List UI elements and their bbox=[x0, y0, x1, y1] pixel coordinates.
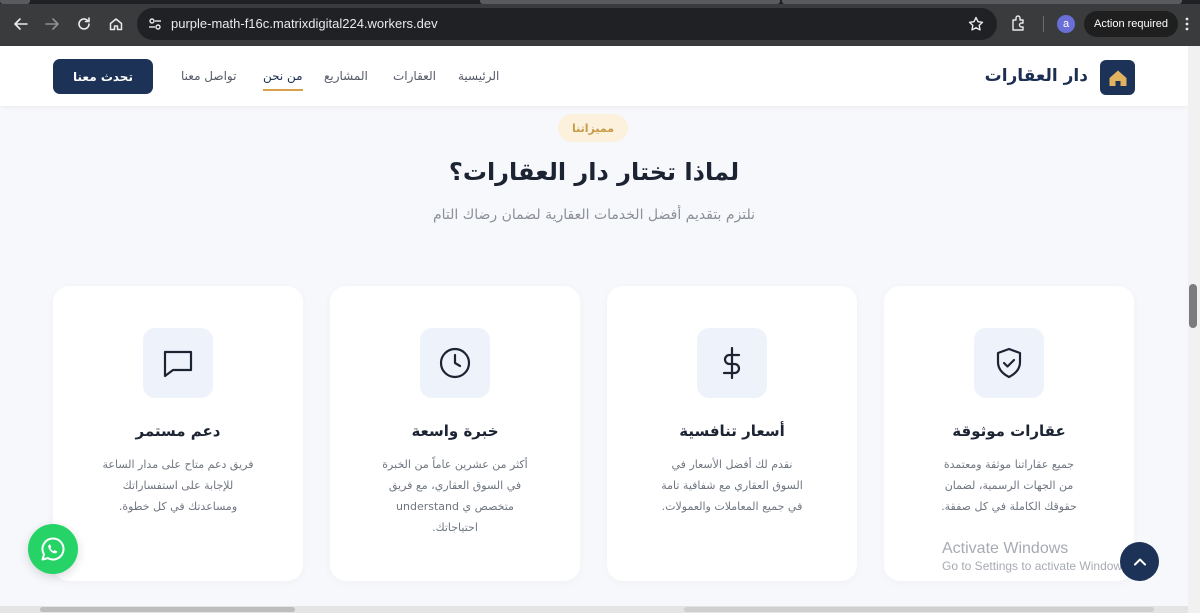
talk-to-us-button[interactable]: تحدث معنا bbox=[53, 59, 153, 94]
tab[interactable] bbox=[782, 0, 1182, 4]
arrow-right-icon bbox=[45, 18, 59, 30]
feature-title: خبرة واسعة bbox=[411, 422, 499, 440]
feature-icon-box bbox=[697, 328, 767, 398]
feature-description: أكثر من عشرين عاماً من الخبرة في السوق ا… bbox=[366, 454, 544, 538]
feature-title: دعم مستمر bbox=[135, 422, 221, 440]
logo-badge[interactable] bbox=[1100, 60, 1135, 95]
address-bar[interactable]: purple-math-f16c.matrixdigital224.worker… bbox=[137, 8, 997, 40]
nav-about[interactable]: من نحن bbox=[263, 69, 303, 83]
description-line: حقوقك الكاملة في كل صفقة. bbox=[941, 500, 1077, 513]
bookmark-star-icon[interactable] bbox=[967, 15, 985, 33]
horizontal-scrollbar-thumb[interactable] bbox=[40, 607, 295, 612]
menu-kebab-icon[interactable] bbox=[1184, 16, 1190, 32]
nav-projects[interactable]: المشاريع bbox=[324, 69, 368, 83]
description-line: في جميع المعاملات والعمولات. bbox=[661, 500, 803, 513]
home-icon bbox=[109, 18, 123, 31]
feature-card-experience: خبرة واسعة أكثر من عشرين عاماً من الخبرة… bbox=[330, 286, 580, 581]
feature-card-trusted: عقارات موثوقة جميع عقاراتنا موثقة ومعتمد… bbox=[884, 286, 1134, 581]
section-badge: مميزاتنا bbox=[558, 114, 628, 142]
watermark-title: Activate Windows bbox=[942, 540, 1069, 557]
toolbar-divider bbox=[1043, 16, 1044, 32]
home-button[interactable] bbox=[104, 12, 128, 36]
tab[interactable] bbox=[480, 0, 780, 4]
logo-text[interactable]: دار العقارات bbox=[985, 66, 1088, 86]
tab-strip bbox=[0, 0, 1200, 4]
url-text[interactable]: purple-math-f16c.matrixdigital224.worker… bbox=[171, 16, 438, 31]
vertical-scrollbar-thumb[interactable] bbox=[1189, 284, 1197, 328]
description-line: احتياجاتك. bbox=[432, 521, 478, 534]
clock-icon bbox=[439, 347, 471, 379]
watermark-subtitle: Go to Settings to activate Windows. bbox=[942, 559, 1132, 573]
feature-card-support: دعم مستمر فريق دعم متاح على مدار الساعة … bbox=[53, 286, 303, 581]
reload-icon bbox=[78, 17, 90, 30]
nav-active-indicator bbox=[263, 89, 303, 91]
action-required-button[interactable]: Action required bbox=[1084, 11, 1178, 37]
chat-icon bbox=[163, 350, 193, 378]
description-line: ومساعدتك في كل خطوة. bbox=[118, 500, 238, 513]
back-button[interactable] bbox=[9, 12, 33, 36]
forward-button[interactable] bbox=[40, 12, 64, 36]
site-header: دار العقارات الرئيسية العقارات المشاريع … bbox=[0, 46, 1188, 106]
description-line: للإجابة على استفساراتك bbox=[122, 479, 234, 492]
horizontal-scrollbar-track-segment bbox=[684, 607, 1154, 612]
section-title: لماذا تختار دار العقارات؟ bbox=[448, 158, 740, 186]
feature-icon-box bbox=[143, 328, 213, 398]
browser-toolbar: purple-math-f16c.matrixdigital224.worker… bbox=[0, 0, 1200, 46]
description-line: من الجهات الرسمية، لضمان bbox=[944, 479, 1074, 492]
horizontal-scrollbar[interactable] bbox=[0, 606, 1188, 613]
feature-icon-box bbox=[420, 328, 490, 398]
nav-home[interactable]: الرئيسية bbox=[458, 69, 499, 83]
description-line: أكثر من عشرين عاماً من الخبرة bbox=[382, 458, 528, 471]
description-line: نقدم لك أفضل الأسعار في bbox=[671, 458, 793, 471]
description-line: السوق العقاري مع شفافية تامة bbox=[661, 479, 803, 492]
description-line: متخصص ي understand bbox=[396, 500, 514, 513]
section-subtitle: نلتزم بتقديم أفضل الخدمات العقارية لضمان… bbox=[432, 207, 756, 223]
whatsapp-icon bbox=[41, 537, 65, 561]
description-line: جميع عقاراتنا موثقة ومعتمدة bbox=[943, 458, 1075, 471]
chevron-up-icon bbox=[1133, 558, 1146, 565]
description-line: في السوق العقاري، مع فريق bbox=[388, 479, 522, 492]
feature-title: أسعار تنافسية bbox=[679, 422, 785, 440]
whatsapp-button[interactable] bbox=[28, 524, 78, 574]
feature-card-prices: أسعار تنافسية نقدم لك أفضل الأسعار في ال… bbox=[607, 286, 857, 581]
feature-description: جميع عقاراتنا موثقة ومعتمدة من الجهات ال… bbox=[920, 454, 1098, 517]
profile-avatar[interactable]: a bbox=[1057, 15, 1075, 33]
feature-description: فريق دعم متاح على مدار الساعة للإجابة عل… bbox=[89, 454, 267, 517]
shield-check-icon bbox=[996, 347, 1022, 379]
reload-button[interactable] bbox=[72, 12, 96, 36]
feature-title: عقارات موثوقة bbox=[952, 422, 1066, 440]
description-line: فريق دعم متاح على مدار الساعة bbox=[102, 458, 254, 471]
tab[interactable] bbox=[0, 0, 30, 4]
nav-properties[interactable]: العقارات bbox=[393, 69, 436, 83]
house-icon bbox=[1109, 70, 1126, 86]
extensions-icon[interactable] bbox=[1010, 14, 1028, 32]
nav-contact[interactable]: تواصل معنا bbox=[181, 69, 236, 83]
scroll-to-top-button[interactable] bbox=[1120, 542, 1159, 581]
vertical-scrollbar[interactable] bbox=[1188, 46, 1200, 613]
feature-icon-box bbox=[974, 328, 1044, 398]
windows-activation-watermark: Activate Windows Go to Settings to activ… bbox=[942, 540, 1131, 573]
feature-description: نقدم لك أفضل الأسعار في السوق العقاري مع… bbox=[643, 454, 821, 517]
arrow-left-icon bbox=[14, 18, 28, 30]
dollar-icon bbox=[722, 346, 741, 380]
site-settings-icon[interactable] bbox=[147, 16, 163, 32]
